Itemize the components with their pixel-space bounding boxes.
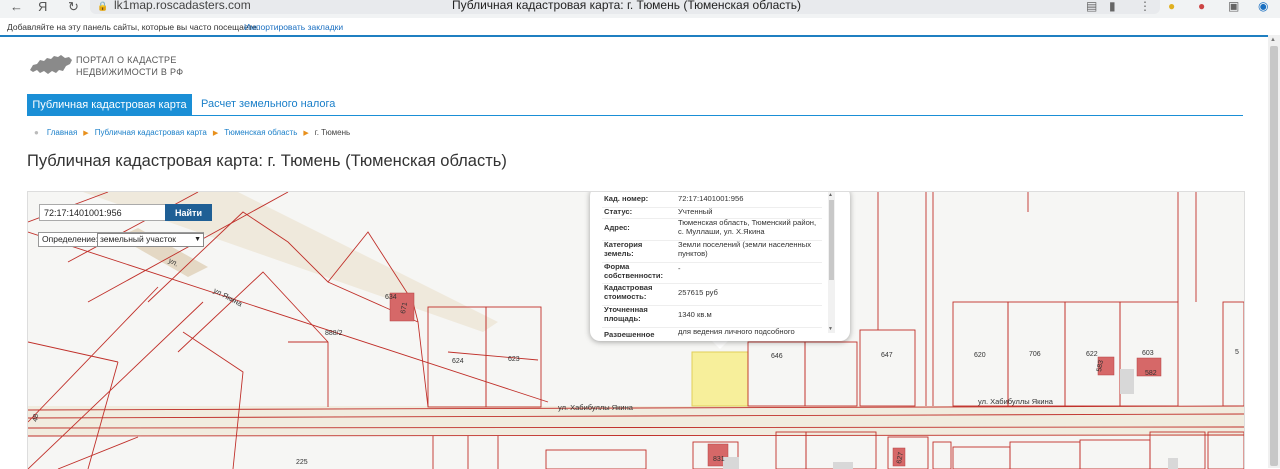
info-value: Тюменская область, Тюменский район, с. М… — [678, 218, 817, 236]
info-key: Статус: — [604, 207, 633, 216]
bookmark-icon[interactable]: ▮ — [1109, 0, 1116, 13]
definition-value: земельный участок — [100, 234, 177, 244]
info-row-permitted-use: Разрешенное для ведения личного подсобно… — [602, 327, 822, 337]
info-row-address: Адрес: Тюменская область, Тюменский райо… — [602, 218, 822, 239]
logo-line-2: НЕДВИЖИМОСТИ В РФ — [76, 66, 184, 77]
russia-map-logo-icon[interactable] — [28, 52, 74, 83]
info-key: Уточненная площадь: — [604, 305, 648, 323]
breadcrumb-home[interactable]: Главная — [47, 128, 77, 137]
info-key: Разрешенное — [604, 330, 655, 337]
menu-dots-icon[interactable]: ⋮ — [1139, 0, 1151, 13]
info-row-status: Статус: Учтенный — [602, 207, 822, 218]
parcel-label: 622 — [1086, 351, 1098, 358]
definition-control: Определение: земельный участок ▼ — [38, 232, 204, 247]
parcel-label: 634 — [385, 294, 397, 301]
info-key: Форма собственности: — [604, 262, 664, 280]
grey-structure — [1120, 369, 1134, 394]
share-icon[interactable]: ▣ — [1228, 0, 1239, 13]
reload-icon[interactable]: ↻ — [68, 0, 79, 13]
definition-select[interactable]: земельный участок ▼ — [97, 233, 204, 247]
tab-cadastral-map[interactable]: Публичная кадастровая карта — [27, 94, 192, 116]
parcel-label: 647 — [881, 352, 893, 359]
info-row-category: Категория земель: Земли поселений (земли… — [602, 240, 822, 261]
scroll-up-icon[interactable]: ▲ — [1270, 37, 1276, 43]
parcel-label: 624 — [452, 358, 464, 365]
parcel-label: 706 — [1029, 351, 1041, 358]
breadcrumb-current: г. Тюмень — [314, 128, 351, 137]
chevron-down-icon: ▼ — [194, 236, 201, 243]
breadcrumb-cadastral-map[interactable]: Публичная кадастровая карта — [95, 128, 207, 137]
grey-structure — [1168, 458, 1178, 469]
info-key: Адрес: — [604, 223, 630, 232]
location-pin-icon: ● — [34, 128, 39, 137]
profile-icon[interactable]: ◉ — [1258, 0, 1268, 13]
back-arrow-icon[interactable]: ← — [10, 0, 23, 13]
info-value: 1340 кв.м — [678, 310, 712, 319]
info-key: Кадастровая стоимость: — [604, 283, 653, 301]
street-label: ул. Хабибуллы Якина — [558, 403, 634, 412]
popup-pointer — [711, 340, 729, 349]
cadastral-map[interactable]: 634 671 888/2 624 623 646 647 620 706 62… — [27, 191, 1245, 469]
breadcrumb-separator-icon: ▶ — [83, 130, 89, 137]
page-scroll-thumb[interactable] — [1270, 46, 1278, 466]
info-value: 257615 руб — [678, 288, 718, 297]
street-label: ул. Хабибуллы Якина — [978, 397, 1054, 406]
bookmarks-bar: Добавляйте на эту панель сайты, которые … — [0, 18, 1280, 35]
info-row-cadnum: Кад. номер: 72:17:1401001:956 — [602, 194, 822, 205]
site-logo-text[interactable]: ПОРТАЛ О КАДАСТРЕ НЕДВИЖИМОСТИ В РФ — [76, 55, 183, 78]
extension-icon[interactable]: ● — [1168, 0, 1175, 13]
info-value: 72:17:1401001:956 — [678, 194, 744, 203]
extension-red-icon[interactable]: ● — [1198, 0, 1205, 13]
info-key: Кад. номер: — [604, 194, 649, 203]
tabs-underline — [27, 115, 1243, 116]
protect-icon[interactable]: ▤ — [1086, 0, 1097, 13]
info-value: для ведения личного подсобного — [678, 327, 795, 336]
browser-tab-title: Публичная кадастровая карта: г. Тюмень (… — [452, 0, 801, 12]
info-row-cost: Кадастровая стоимость: 257615 руб — [602, 283, 822, 304]
parcel-label: 831 — [713, 456, 725, 463]
breadcrumb-separator-icon: ▶ — [212, 130, 219, 137]
logo-line-1: ПОРТАЛ О КАДАСТРЕ — [76, 55, 177, 65]
parcel-label: 620 — [974, 352, 986, 359]
yandex-icon[interactable]: Я — [38, 0, 47, 13]
tab-land-tax[interactable]: Расчет земельного налога — [201, 98, 335, 110]
import-bookmarks-link[interactable]: Импортировать закладки — [244, 22, 343, 32]
header-divider — [0, 35, 1268, 37]
parcel-label: 582 — [1145, 370, 1157, 377]
breadcrumb: ● Главная ▶ Публичная кадастровая карта ▶ Тюм… — [34, 128, 350, 137]
info-key: Категория земель: — [604, 240, 643, 258]
breadcrumb-region[interactable]: Тюменская область — [224, 128, 297, 137]
bookmarks-prompt: Добавляйте на эту панель сайты, которые … — [7, 22, 260, 32]
parcel-info-popup: Кад. номер: 72:17:1401001:956 Статус: Уч… — [590, 192, 850, 341]
info-value: Земли поселений (земли населенных пункто… — [678, 240, 811, 258]
cadastral-number-input[interactable] — [39, 204, 168, 221]
popup-scroll-thumb[interactable] — [829, 200, 834, 280]
road-area — [28, 406, 1244, 436]
page-title: Публичная кадастровая карта: г. Тюмень (… — [27, 152, 507, 170]
lock-icon[interactable]: 🔒 — [97, 1, 108, 12]
address-url[interactable]: lk1map.roscadasters.com — [114, 0, 251, 12]
parcel-label: 225 — [296, 459, 308, 466]
parcel-label: 888/2 — [325, 330, 343, 337]
parcel-label: 646 — [771, 353, 783, 360]
parcel-label: 623 — [508, 356, 520, 363]
info-row-area: Уточненная площадь: 1340 кв.м — [602, 305, 822, 326]
scroll-up-icon[interactable]: ▲ — [828, 192, 833, 198]
find-button[interactable]: Найти — [165, 204, 212, 221]
parcel-label: 603 — [1142, 350, 1154, 357]
parcel-label: 48 — [32, 413, 40, 422]
grey-structure — [723, 457, 739, 469]
info-row-ownership: Форма собственности: - — [602, 262, 822, 281]
selected-parcel[interactable] — [691, 351, 749, 407]
info-value: Учтенный — [678, 207, 713, 216]
breadcrumb-separator-icon: ▶ — [303, 130, 309, 137]
scroll-down-icon[interactable]: ▼ — [828, 326, 833, 332]
info-value: - — [678, 264, 681, 273]
street-label: ул Якина — [212, 286, 245, 309]
definition-label: Определение: — [42, 234, 99, 244]
parcel-label: 5 — [1235, 349, 1239, 356]
